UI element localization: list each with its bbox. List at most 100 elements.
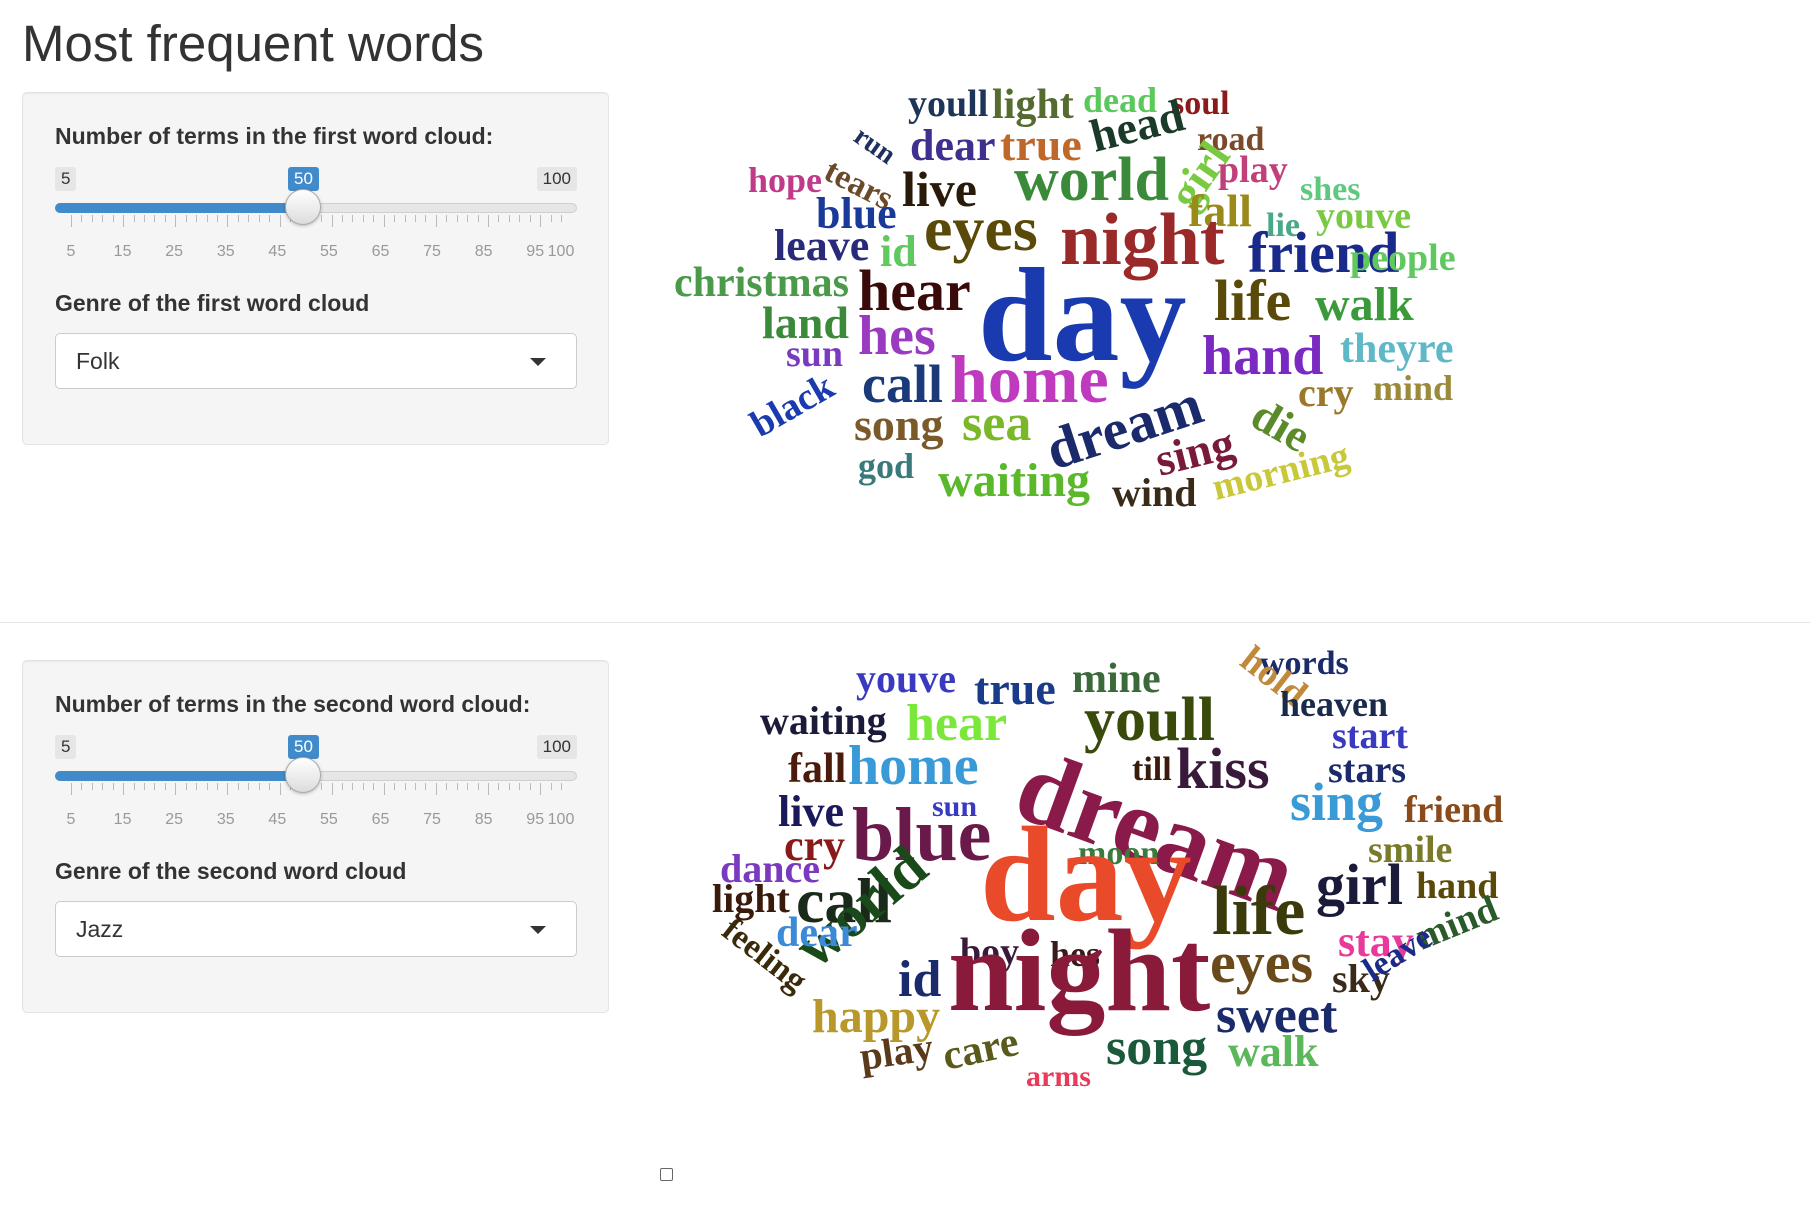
cloud-word: cry [1298,370,1354,415]
page-title: Most frequent words [22,15,485,72]
select-value: Folk [76,348,120,374]
slider-tick [519,783,521,790]
second-word-cloud: words youve true mine hold heaven waiting hear y… [640,630,1810,1150]
slider-tick [540,215,542,227]
second-genre-select[interactable]: Jazz [55,901,577,957]
slider-tick [456,783,458,790]
cloud-word: black [744,365,843,446]
slider-tick [175,215,177,227]
slider-tick-label: 45 [268,243,287,260]
slider-tick [237,783,239,790]
slider-tick [216,215,218,222]
cloud-word: sing [1290,772,1383,832]
slider-fill [55,771,303,781]
slider-handle[interactable] [285,189,321,225]
first-cloud-controls-panel: Number of terms in the first word cloud:… [22,92,609,445]
slider-tick [394,215,396,222]
first-word-cloud: youll light dead soul run dear true head road tea… [640,60,1810,580]
slider-handle[interactable] [285,757,321,793]
slider-tick [175,783,177,795]
slider-tick [477,215,479,222]
slider-tick [550,783,552,790]
slider-tick [269,215,271,222]
cloud-word: friend [1404,789,1503,831]
slider-tick [196,783,198,790]
slider-tick [154,215,156,222]
cloud-word: fall [788,746,846,792]
slider-tick [561,783,562,790]
slider-tick-label: 65 [371,811,390,828]
first-genre-select[interactable]: Folk [55,333,577,389]
slider-tick [71,215,72,227]
first-terms-slider[interactable]: 5 50 100 5 15 25 35 45 55 65 75 85 95 100 [55,163,577,273]
cloud-word: waiting [938,454,1090,507]
slider-tick [342,783,344,790]
second-slider-label: Number of terms in the second word cloud… [55,691,531,717]
slider-tick [467,215,469,222]
first-slider-label: Number of terms in the first word cloud: [55,123,494,149]
slider-tick [91,783,93,790]
slider-tick [321,783,323,790]
slider-tick [540,783,542,795]
slider-tick [112,783,114,790]
first-genre-label: Genre of the first word cloud [55,290,370,316]
slider-tick-label: 45 [268,811,287,828]
cloud-word: sea [962,395,1031,452]
cloud-word: arms [1026,1060,1091,1093]
cloud-word: home [848,735,979,797]
slider-tick [415,783,417,790]
slider-tick [143,215,145,222]
slider-tick [133,783,135,790]
slider-tick-label: 100 [547,243,575,260]
slider-tick [373,783,375,790]
slider-tick [206,215,208,222]
second-terms-slider[interactable]: 5 50 100 5 15 25 35 45 55 65 75 85 95 100 [55,731,577,841]
select-value: Jazz [76,916,124,942]
slider-tick [269,783,271,790]
slider-tick-label: 35 [216,243,235,260]
second-cloud-controls-panel: Number of terms in the second word cloud… [22,660,609,1013]
slider-tick-label: 5 [66,811,76,828]
slider-tick [206,783,208,790]
slider-tick [248,215,250,222]
slider-max-badge: 100 [536,735,577,759]
checkbox[interactable] [660,1168,673,1181]
slider-tick [331,215,333,227]
slider-tick-label: 35 [216,811,235,828]
cloud-word: night [948,905,1210,1036]
slider-tick [258,783,260,790]
slider-tick-label: 75 [423,243,441,260]
slider-tick [435,215,437,227]
section-divider [0,622,1810,623]
slider-tick-label: 15 [113,811,132,828]
slider-tick [102,783,104,790]
slider-tick [321,215,323,222]
slider-tick [164,783,166,790]
slider-tick [508,215,510,222]
slider-value-badge: 50 [288,167,319,191]
slider-tick [415,215,417,222]
slider-tick [435,783,437,795]
slider-tick-label: 95 [526,811,545,828]
slider-tick-label: 5 [66,243,76,260]
slider-tick [237,215,239,222]
slider-tick [227,215,229,227]
slider-tick [133,215,135,222]
slider-tick [383,215,385,227]
slider-tick [362,215,364,222]
slider-tick [154,783,156,790]
cloud-word: wind [1112,470,1197,515]
slider-tick [227,783,229,795]
slider-tick [508,783,510,790]
cloud-word: song [1106,1019,1207,1076]
slider-tick [394,783,396,790]
slider-tick-label: 55 [319,811,338,828]
slider-tick [248,783,250,790]
slider-tick [529,783,531,790]
slider-tick [362,783,364,790]
cloud-word: people [1350,237,1456,279]
slider-tick [488,215,490,227]
slider-tick-label: 95 [526,243,545,260]
cloud-word: youll [908,83,988,125]
cloud-word: walk [1315,278,1414,331]
